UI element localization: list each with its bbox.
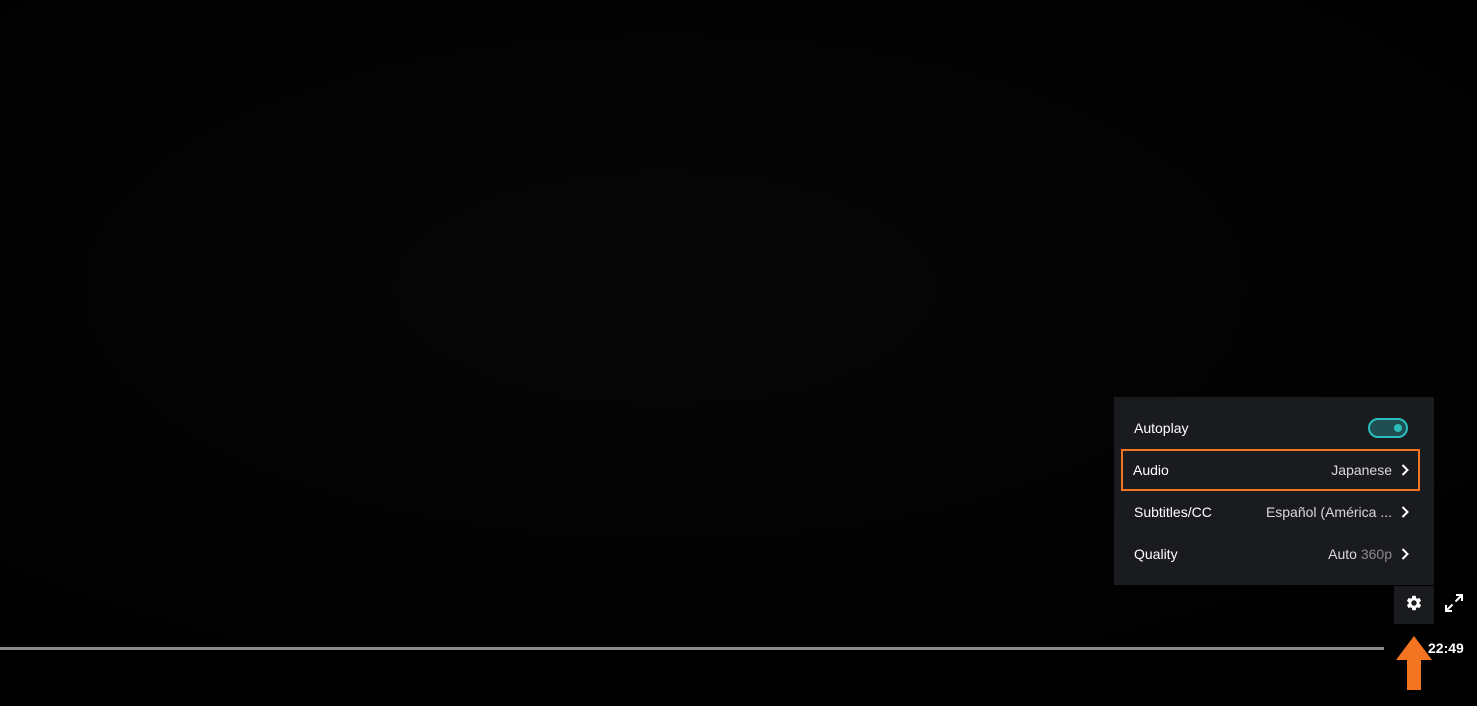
subtitles-value: Español (América ... [1265,504,1392,520]
audio-label: Audio [1133,462,1169,478]
expand-icon [1445,593,1463,617]
quality-value: Auto 360p [1328,546,1392,562]
subtitles-label: Subtitles/CC [1134,504,1212,520]
settings-menu: Autoplay Audio Japanese Subtitles/CC Esp… [1114,397,1434,585]
annotation-arrow-icon [1396,636,1432,690]
gear-icon [1405,594,1423,617]
time-remaining: 22:49 [1428,640,1464,656]
subtitles-row[interactable]: Subtitles/CC Español (América ... [1122,491,1420,533]
quality-mode: Auto [1328,546,1357,562]
autoplay-toggle[interactable] [1368,418,1408,438]
toggle-knob [1394,424,1402,432]
settings-button[interactable] [1394,586,1434,624]
audio-value: Japanese [1331,462,1392,478]
quality-resolution: 360p [1360,546,1392,562]
quality-label: Quality [1134,546,1178,562]
progress-bar[interactable] [0,647,1384,650]
autoplay-label: Autoplay [1134,420,1189,436]
autoplay-row[interactable]: Autoplay [1122,407,1420,449]
fullscreen-button[interactable] [1440,591,1468,619]
chevron-right-icon [1398,463,1412,477]
quality-row[interactable]: Quality Auto 360p [1122,533,1420,575]
chevron-right-icon [1398,505,1412,519]
audio-row[interactable]: Audio Japanese [1121,449,1420,491]
chevron-right-icon [1398,547,1412,561]
video-player[interactable]: Autoplay Audio Japanese Subtitles/CC Esp… [0,0,1477,706]
